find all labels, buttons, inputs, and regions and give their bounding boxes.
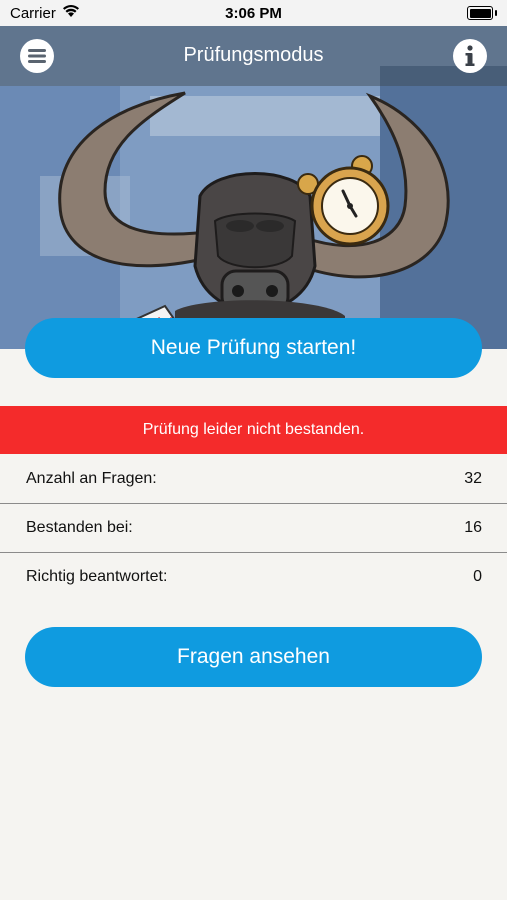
page-title: Prüfungsmodus — [183, 44, 324, 66]
battery-icon — [467, 6, 497, 20]
stat-row-correct-answers: Richtig beantwortet: 0 — [0, 553, 507, 601]
stat-row-pass-threshold: Bestanden bei: 16 — [0, 504, 507, 553]
stat-row-question-count: Anzahl an Fragen: 32 — [0, 455, 507, 504]
info-button[interactable] — [452, 38, 488, 74]
result-banner: Prüfung leider nicht bestanden. — [0, 406, 507, 454]
status-time: 3:06 PM — [225, 5, 282, 22]
start-exam-button[interactable]: Neue Prüfung starten! — [25, 318, 482, 378]
info-icon — [453, 39, 487, 73]
stat-value: 32 — [464, 470, 482, 487]
stat-value: 0 — [473, 568, 482, 585]
stat-label: Richtig beantwortet: — [26, 568, 168, 585]
stat-label: Bestanden bei: — [26, 519, 133, 536]
view-questions-button[interactable]: Fragen ansehen — [25, 627, 482, 687]
stat-value: 16 — [464, 519, 482, 536]
stats-list: Anzahl an Fragen: 32 Bestanden bei: 16 R… — [0, 455, 507, 601]
status-bar: Carrier 3:06 PM — [0, 0, 507, 26]
nav-bar: Prüfungsmodus — [0, 26, 507, 86]
stat-label: Anzahl an Fragen: — [26, 470, 157, 487]
